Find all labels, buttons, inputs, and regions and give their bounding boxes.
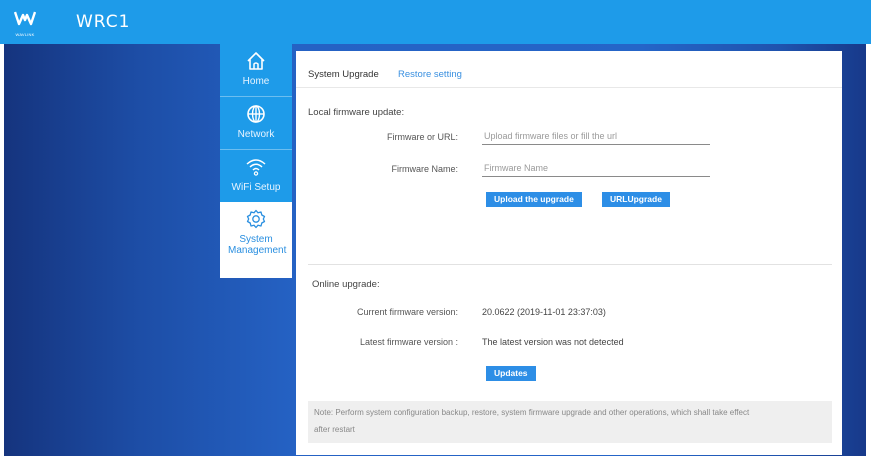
device-model-title: WRC1 [76, 12, 131, 32]
firmware-name-input[interactable] [482, 160, 710, 177]
note-line-2: after restart [314, 425, 355, 434]
upload-upgrade-button[interactable]: Upload the upgrade [486, 192, 582, 207]
current-firmware-label: Current firmware version: [356, 307, 458, 317]
tab-divider [296, 87, 842, 88]
sidebar-item-network[interactable]: Network [220, 97, 292, 149]
upgrade-note: Note: Perform system configuration backu… [308, 401, 832, 443]
note-line-1: Note: Perform system configuration backu… [314, 408, 750, 417]
latest-firmware-value: The latest version was not detected [482, 337, 624, 347]
wavlink-logo[interactable]: WAVLINK [13, 9, 37, 37]
home-icon [247, 52, 265, 70]
sidebar-item-label: Network [237, 129, 275, 140]
logo-mark-icon [13, 11, 37, 26]
url-upgrade-button[interactable]: URLUpgrade [602, 192, 670, 207]
sidebar-item-label: System Management [228, 234, 287, 256]
logo-caption: WAVLINK [15, 32, 35, 37]
online-upgrade-title: Online upgrade: [312, 279, 380, 290]
gear-icon [246, 209, 266, 229]
sidebar-item-wifi-setup[interactable]: WiFi Setup [220, 150, 292, 202]
latest-firmware-label: Latest firmware version : [359, 337, 458, 347]
sidebar-item-home[interactable]: Home [220, 44, 292, 96]
firmware-url-input[interactable] [482, 128, 710, 145]
section-divider [308, 264, 832, 265]
globe-icon [247, 105, 265, 123]
tab-restore-setting[interactable]: Restore setting [398, 69, 462, 80]
updates-button[interactable]: Updates [486, 366, 536, 381]
sidebar-item-label: WiFi Setup [231, 182, 281, 193]
content-panel: System Upgrade Restore setting Local fir… [296, 51, 842, 455]
firmware-name-label: Firmware Name: [391, 164, 458, 174]
current-firmware-value: 20.0622 (2019-11-01 23:37:03) [482, 307, 606, 317]
tab-system-upgrade[interactable]: System Upgrade [308, 69, 379, 80]
wifi-icon [246, 159, 266, 176]
local-firmware-title: Local firmware update: [308, 107, 405, 118]
sidebar-item-system-management[interactable]: System Management [220, 202, 292, 278]
firmware-url-label: Firmware or URL: [386, 132, 458, 142]
sidebar-nav: Home Network WiFi Setup System Managemen… [220, 44, 292, 278]
top-header: WAVLINK WRC1 [0, 0, 871, 44]
sidebar-item-label: Home [242, 76, 270, 87]
tab-bar: System Upgrade Restore setting [308, 69, 828, 89]
